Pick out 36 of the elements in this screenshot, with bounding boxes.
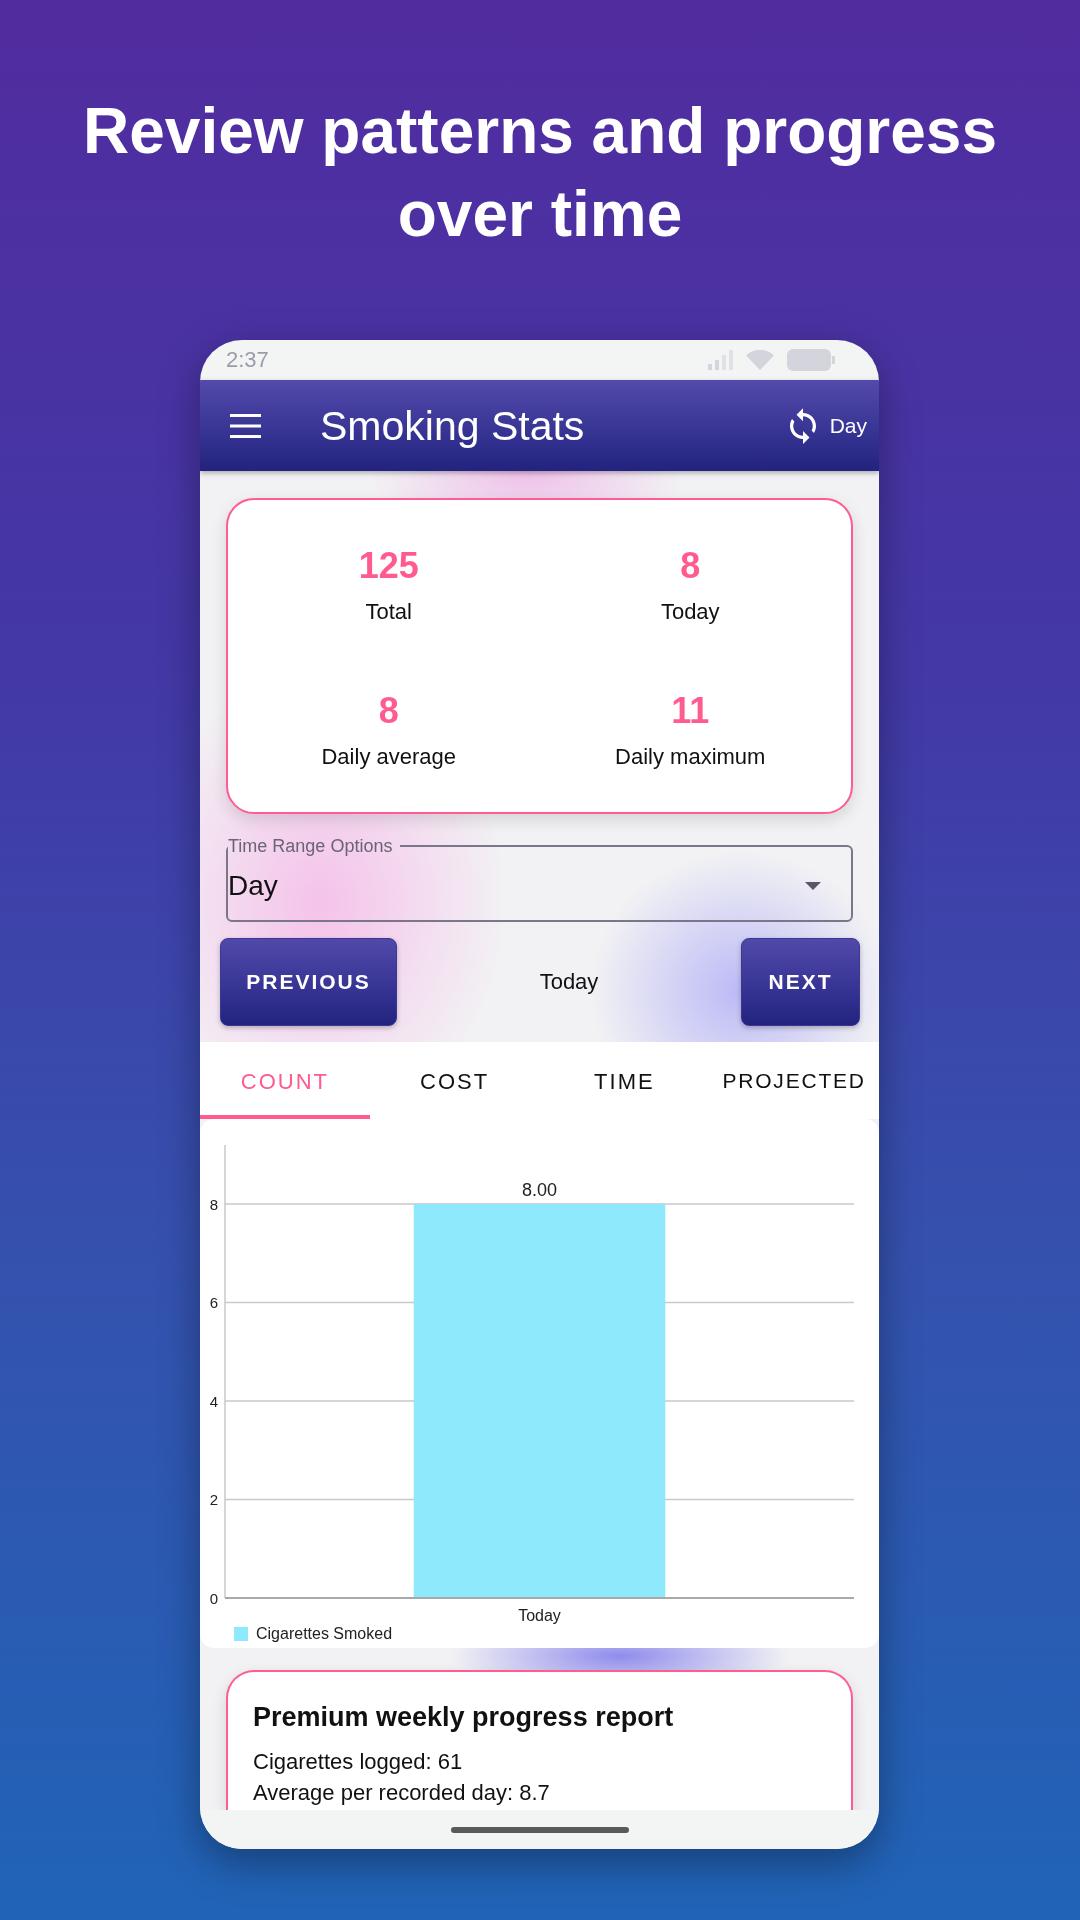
headline: Review patterns and progress over time [81, 94, 999, 252]
wifi-icon [746, 350, 774, 370]
axis-tick-label: 6 [209, 1294, 218, 1312]
stat-label: Daily average [320, 743, 457, 771]
legend-label: Cigarettes Smoked [256, 1625, 393, 1642]
signal-icon [708, 350, 733, 370]
axis-tick-label: 2 [209, 1491, 218, 1508]
stat-value: 125 [357, 544, 420, 588]
previous-button[interactable]: PREVIOUS [220, 938, 397, 1026]
range-toggle-button[interactable]: Day [789, 407, 867, 444]
stat-value: 8 [377, 689, 400, 733]
tab[interactable]: COST [369, 1042, 540, 1119]
axis-tick-label: 0 [209, 1589, 218, 1607]
stat-label: Daily maximum [614, 743, 767, 771]
axis-tick-label: 8 [209, 1195, 218, 1213]
stat-value: 8 [679, 544, 702, 588]
next-button[interactable]: NEXT [741, 938, 860, 1026]
dropdown-label: Time Range Options [228, 835, 394, 857]
period-label: Today [538, 968, 600, 996]
stat-label: Total [364, 598, 413, 626]
report-title: Premium weekly progress report [253, 1701, 675, 1734]
axis-tick-label: 4 [209, 1392, 218, 1410]
status-time: 2:37 [226, 347, 269, 373]
report-line: Average per recorded day: 8.7 [253, 1779, 551, 1807]
axis-category-label: Today [518, 1607, 561, 1624]
refresh-icon [789, 407, 816, 444]
dropdown-caret-icon [805, 881, 821, 890]
bar-value-label: 8.00 [522, 1180, 557, 1201]
stat-label: Today [659, 598, 721, 626]
stat-value: 11 [670, 689, 711, 733]
tab[interactable]: TIME [539, 1042, 710, 1119]
tab[interactable]: PROJECTED [709, 1042, 879, 1119]
report-line: Cigarettes logged: 61 [253, 1748, 464, 1776]
battery-icon [787, 349, 835, 371]
app-title: Smoking Stats [320, 401, 585, 450]
menu-icon[interactable] [230, 413, 261, 438]
